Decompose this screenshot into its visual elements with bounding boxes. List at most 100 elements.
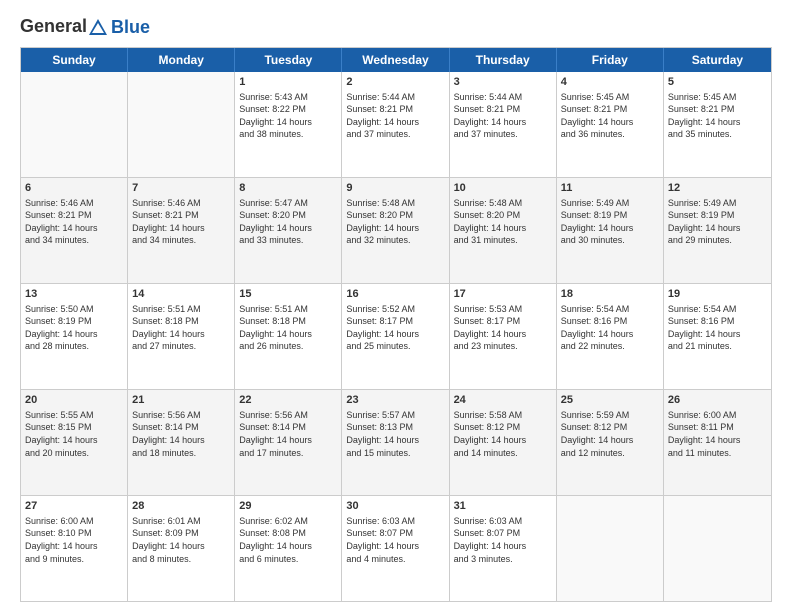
cell-line: Sunset: 8:10 PM — [25, 527, 123, 540]
calendar-cell — [21, 72, 128, 177]
cell-line: Sunrise: 5:57 AM — [346, 409, 444, 422]
calendar-cell: 18Sunrise: 5:54 AMSunset: 8:16 PMDayligh… — [557, 284, 664, 389]
cell-line: and 34 minutes. — [25, 234, 123, 247]
cell-line: Sunset: 8:07 PM — [454, 527, 552, 540]
day-number: 25 — [561, 393, 659, 408]
calendar-cell: 14Sunrise: 5:51 AMSunset: 8:18 PMDayligh… — [128, 284, 235, 389]
calendar-cell: 9Sunrise: 5:48 AMSunset: 8:20 PMDaylight… — [342, 178, 449, 283]
cell-line: Sunset: 8:19 PM — [25, 315, 123, 328]
cell-line: Daylight: 14 hours — [346, 540, 444, 553]
day-number: 9 — [346, 181, 444, 196]
cell-line: and 4 minutes. — [346, 553, 444, 566]
cell-line: Daylight: 14 hours — [668, 328, 767, 341]
cell-line: Daylight: 14 hours — [561, 116, 659, 129]
cell-line: Sunrise: 5:49 AM — [668, 197, 767, 210]
day-number: 15 — [239, 287, 337, 302]
cell-line: Sunset: 8:20 PM — [346, 209, 444, 222]
cell-line: Sunrise: 5:50 AM — [25, 303, 123, 316]
cell-line: Daylight: 14 hours — [239, 540, 337, 553]
calendar-cell: 23Sunrise: 5:57 AMSunset: 8:13 PMDayligh… — [342, 390, 449, 495]
cell-line: Sunrise: 5:53 AM — [454, 303, 552, 316]
page: General Blue SundayMondayTuesdayWednesda… — [0, 0, 792, 612]
cell-line: and 27 minutes. — [132, 340, 230, 353]
day-number: 3 — [454, 75, 552, 90]
cell-line: Sunset: 8:16 PM — [561, 315, 659, 328]
day-number: 16 — [346, 287, 444, 302]
cell-line: Daylight: 14 hours — [454, 540, 552, 553]
day-number: 22 — [239, 393, 337, 408]
calendar-cell: 20Sunrise: 5:55 AMSunset: 8:15 PMDayligh… — [21, 390, 128, 495]
cell-line: Daylight: 14 hours — [132, 328, 230, 341]
day-number: 5 — [668, 75, 767, 90]
cell-line: Sunrise: 5:49 AM — [561, 197, 659, 210]
cell-line: Daylight: 14 hours — [454, 328, 552, 341]
day-number: 26 — [668, 393, 767, 408]
header: General Blue — [20, 16, 772, 39]
calendar-cell: 29Sunrise: 6:02 AMSunset: 8:08 PMDayligh… — [235, 496, 342, 601]
day-number: 10 — [454, 181, 552, 196]
calendar-header: SundayMondayTuesdayWednesdayThursdayFrid… — [21, 48, 771, 72]
cell-line: and 32 minutes. — [346, 234, 444, 247]
cell-line: Sunrise: 5:47 AM — [239, 197, 337, 210]
logo-icon — [87, 17, 109, 39]
day-number: 13 — [25, 287, 123, 302]
day-number: 30 — [346, 499, 444, 514]
cell-line: and 28 minutes. — [25, 340, 123, 353]
cell-line: Daylight: 14 hours — [454, 434, 552, 447]
cell-line: Sunset: 8:21 PM — [561, 103, 659, 116]
cell-line: Daylight: 14 hours — [132, 222, 230, 235]
day-number: 8 — [239, 181, 337, 196]
calendar-cell: 26Sunrise: 6:00 AMSunset: 8:11 PMDayligh… — [664, 390, 771, 495]
cell-line: Sunrise: 6:00 AM — [668, 409, 767, 422]
cell-line: Sunrise: 5:44 AM — [454, 91, 552, 104]
weekday-header: Saturday — [664, 48, 771, 72]
cell-line: and 37 minutes. — [454, 128, 552, 141]
day-number: 6 — [25, 181, 123, 196]
calendar-cell: 15Sunrise: 5:51 AMSunset: 8:18 PMDayligh… — [235, 284, 342, 389]
cell-line: Sunset: 8:15 PM — [25, 421, 123, 434]
cell-line: and 30 minutes. — [561, 234, 659, 247]
cell-line: Sunrise: 5:59 AM — [561, 409, 659, 422]
calendar-cell: 21Sunrise: 5:56 AMSunset: 8:14 PMDayligh… — [128, 390, 235, 495]
calendar-cell: 17Sunrise: 5:53 AMSunset: 8:17 PMDayligh… — [450, 284, 557, 389]
calendar: SundayMondayTuesdayWednesdayThursdayFrid… — [20, 47, 772, 602]
cell-line: and 35 minutes. — [668, 128, 767, 141]
cell-line: and 38 minutes. — [239, 128, 337, 141]
cell-line: Sunrise: 5:45 AM — [561, 91, 659, 104]
logo: General Blue — [20, 16, 150, 39]
cell-line: and 15 minutes. — [346, 447, 444, 460]
cell-line: Daylight: 14 hours — [25, 434, 123, 447]
cell-line: and 37 minutes. — [346, 128, 444, 141]
cell-line: and 11 minutes. — [668, 447, 767, 460]
cell-line: Daylight: 14 hours — [25, 540, 123, 553]
day-number: 18 — [561, 287, 659, 302]
day-number: 20 — [25, 393, 123, 408]
day-number: 17 — [454, 287, 552, 302]
cell-line: and 33 minutes. — [239, 234, 337, 247]
cell-line: Sunrise: 5:52 AM — [346, 303, 444, 316]
cell-line: Sunset: 8:20 PM — [454, 209, 552, 222]
cell-line: Daylight: 14 hours — [346, 116, 444, 129]
cell-line: and 21 minutes. — [668, 340, 767, 353]
cell-line: Sunrise: 5:48 AM — [454, 197, 552, 210]
cell-line: Sunset: 8:21 PM — [454, 103, 552, 116]
calendar-row: 27Sunrise: 6:00 AMSunset: 8:10 PMDayligh… — [21, 495, 771, 601]
cell-line: Sunset: 8:14 PM — [132, 421, 230, 434]
cell-line: Sunset: 8:19 PM — [668, 209, 767, 222]
cell-line: and 8 minutes. — [132, 553, 230, 566]
day-number: 27 — [25, 499, 123, 514]
cell-line: Sunrise: 6:01 AM — [132, 515, 230, 528]
cell-line: Daylight: 14 hours — [561, 434, 659, 447]
cell-line: and 12 minutes. — [561, 447, 659, 460]
cell-line: Sunset: 8:21 PM — [25, 209, 123, 222]
calendar-cell — [128, 72, 235, 177]
weekday-header: Thursday — [450, 48, 557, 72]
cell-line: and 14 minutes. — [454, 447, 552, 460]
cell-line: Sunset: 8:14 PM — [239, 421, 337, 434]
calendar-cell: 5Sunrise: 5:45 AMSunset: 8:21 PMDaylight… — [664, 72, 771, 177]
cell-line: Sunset: 8:11 PM — [668, 421, 767, 434]
calendar-cell: 3Sunrise: 5:44 AMSunset: 8:21 PMDaylight… — [450, 72, 557, 177]
calendar-cell: 11Sunrise: 5:49 AMSunset: 8:19 PMDayligh… — [557, 178, 664, 283]
cell-line: Sunset: 8:19 PM — [561, 209, 659, 222]
cell-line: Sunrise: 5:46 AM — [132, 197, 230, 210]
